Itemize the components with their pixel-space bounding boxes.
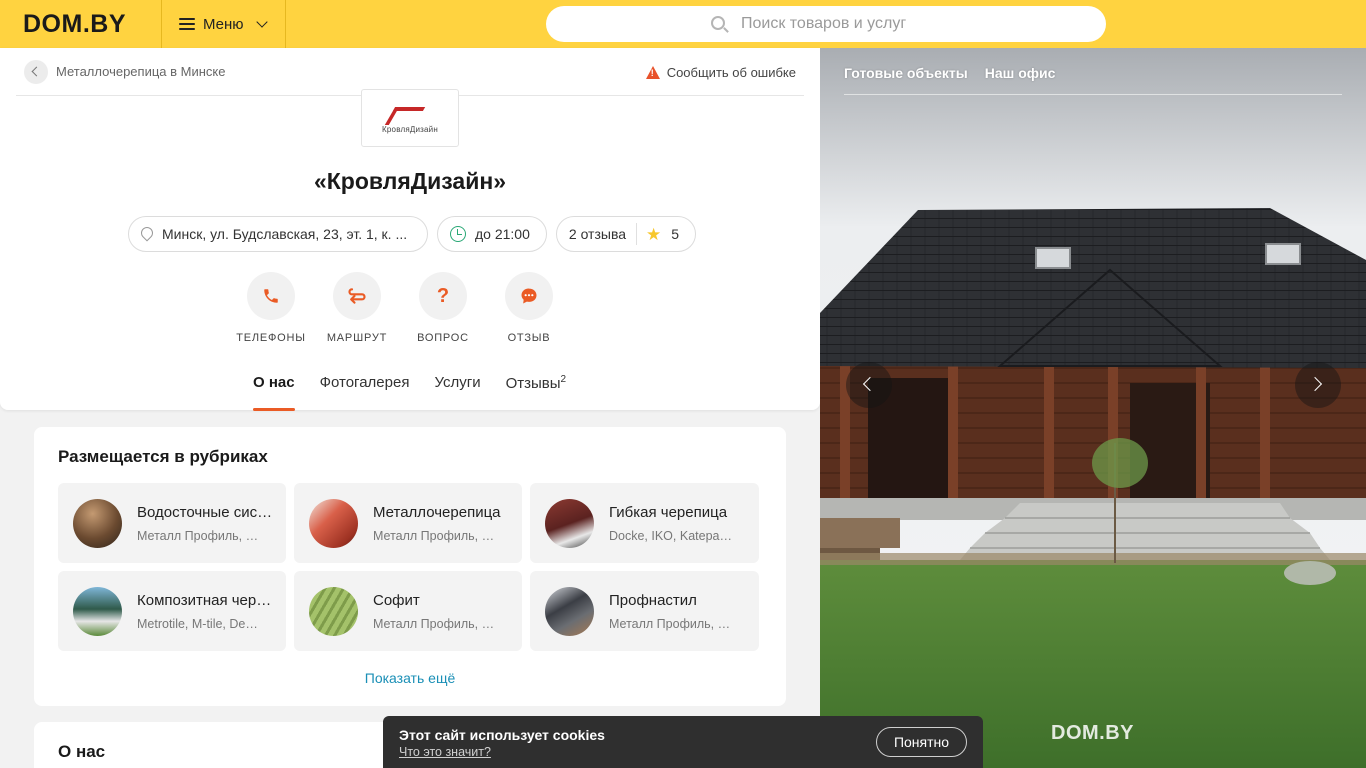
next-photo-button[interactable]: [1295, 362, 1341, 408]
cookie-banner: Этот сайт использует cookies Что это зна…: [383, 716, 983, 768]
star-icon: ★: [646, 224, 662, 244]
rubric-name: Металлочерепица: [373, 503, 501, 521]
search-input[interactable]: [741, 15, 941, 33]
review-button[interactable]: ОТЗЫВ: [486, 272, 572, 344]
site-logo[interactable]: DOM.BY: [0, 0, 162, 48]
site-header: DOM.BY Меню: [0, 0, 1366, 48]
tab-reviews-count: 2: [560, 374, 567, 385]
rubrics-card: Размещается в рубриках Водосточные систе…: [34, 427, 786, 706]
breadcrumb-link[interactable]: Металлочерепица в Минске: [56, 64, 225, 79]
company-tabs: О нас Фотогалерея Услуги Отзывы2: [253, 366, 591, 411]
photo-categories: Готовые объекты Наш офис: [844, 65, 1342, 95]
address-text: Минск, ул. Будславская, 23, эт. 1, к. ..…: [162, 226, 408, 242]
phone-icon: [247, 272, 295, 320]
tab-gallery[interactable]: Фотогалерея: [320, 366, 410, 411]
rubric-name: Гибкая черепица: [609, 503, 728, 521]
tab-reviews-label: Отзывы: [505, 375, 561, 392]
rubric-brands: Metrotile, M-tile, Decra: [137, 616, 261, 631]
rubric-item[interactable]: Композитная черепица Metrotile, M-tile, D…: [58, 571, 286, 651]
hamburger-icon: [179, 18, 195, 30]
review-label: ОТЗЫВ: [507, 332, 551, 344]
hours-pill[interactable]: до 21:00: [437, 216, 547, 252]
rubric-item[interactable]: Профнастил Металл Профиль, Ruukki: [530, 571, 759, 651]
about-title: О нас: [58, 742, 106, 761]
rubric-brands: Металл Профиль, Ruukki: [609, 616, 733, 631]
rubric-item[interactable]: Гибкая черепица Docke, IKO, Katepal, Shin…: [530, 483, 759, 563]
back-button[interactable]: [24, 59, 48, 84]
report-error-label: Сообщить об ошибке: [666, 65, 796, 80]
chevron-down-icon: [255, 16, 268, 28]
rubric-item[interactable]: Водосточные системы Металл Профиль, Galec…: [58, 483, 286, 563]
phones-button[interactable]: ТЕЛЕФОНЫ: [228, 272, 314, 344]
reviews-count: 2 отзыва: [568, 226, 627, 242]
menu-button[interactable]: Меню: [162, 0, 286, 48]
cookie-accept-button[interactable]: Понятно: [876, 727, 967, 757]
route-icon: [333, 272, 381, 320]
rubric-name: Композитная черепица: [137, 591, 277, 609]
cookie-title: Этот сайт использует cookies: [399, 727, 605, 743]
address-pill[interactable]: Минск, ул. Будславская, 23, эт. 1, к. ..…: [128, 216, 428, 252]
route-button[interactable]: МАРШРУТ: [314, 272, 400, 344]
rubric-name: Водосточные системы: [137, 503, 277, 521]
company-logo: КровляДизайн: [361, 89, 459, 147]
rubric-name: Профнастил: [609, 591, 697, 609]
tab-about[interactable]: О нас: [253, 366, 295, 411]
cookie-info-link[interactable]: Что это значит?: [399, 745, 491, 759]
rubric-item[interactable]: Металлочерепица Металл Профиль, Ruukki: [294, 483, 522, 563]
search-icon: [711, 15, 725, 30]
question-button[interactable]: ? ВОПРОС: [400, 272, 486, 344]
house-photo: [820, 48, 1366, 768]
company-info-pills: Минск, ул. Будславская, 23, эт. 1, к. ..…: [128, 216, 697, 252]
warning-icon: [645, 66, 660, 79]
menu-label: Меню: [203, 15, 244, 33]
tab-services[interactable]: Услуги: [434, 366, 480, 411]
company-logo-text: КровляДизайн: [382, 124, 438, 134]
rubric-thumbnail: [73, 586, 122, 636]
rubric-brands: Docke, IKO, Katepal, Shinglas: [609, 528, 733, 543]
tab-our-office[interactable]: Наш офис: [985, 65, 1056, 94]
search-bar[interactable]: [546, 6, 1106, 42]
rubric-thumbnail: [545, 586, 594, 636]
rubric-thumbnail: [545, 498, 594, 548]
rubrics-title: Размещается в рубриках: [58, 447, 268, 466]
report-error-link[interactable]: Сообщить об ошибке: [645, 65, 796, 80]
photo-gallery[interactable]: Готовые объекты Наш офис DOM.BY: [820, 48, 1366, 768]
rubric-thumbnail: [73, 498, 122, 548]
route-label: МАРШРУТ: [326, 332, 388, 344]
divider: [636, 223, 638, 245]
prev-photo-button[interactable]: [846, 362, 892, 408]
chat-icon: [505, 272, 553, 320]
hours-text: до 21:00: [475, 226, 530, 242]
rubric-thumbnail: [309, 498, 358, 548]
rubric-brands: Металл Профиль, Ruukki: [373, 528, 497, 543]
roof-logo-icon: [384, 103, 436, 123]
company-title: «КровляДизайн»: [313, 168, 507, 194]
tab-reviews[interactable]: Отзывы2: [506, 366, 567, 411]
question-label: ВОПРОС: [417, 332, 469, 344]
company-card: Металлочерепица в Минске Сообщить об оши…: [0, 48, 820, 411]
rubric-brands: Металл Профиль, Docke: [373, 616, 497, 631]
reviews-pill[interactable]: 2 отзыва ★ 5: [555, 216, 697, 252]
photo-watermark: DOM.BY: [1051, 722, 1134, 744]
phones-label: ТЕЛЕФОНЫ: [236, 332, 306, 344]
rubric-brands: Металл Профиль, Galeco: [137, 528, 261, 543]
rating-value: 5: [671, 226, 680, 242]
rubric-item[interactable]: Софит Металл Профиль, Docke: [294, 571, 522, 651]
show-more-link[interactable]: Показать ещё: [34, 670, 786, 686]
rubric-grid: Водосточные системы Металл Профиль, Galec…: [58, 483, 759, 651]
rubric-name: Софит: [373, 591, 420, 609]
location-pin-icon: [141, 227, 153, 242]
question-icon: ?: [419, 272, 467, 320]
tab-ready-objects[interactable]: Готовые объекты: [844, 65, 968, 94]
clock-icon: [450, 226, 466, 242]
rubric-thumbnail: [309, 586, 358, 636]
action-buttons: ТЕЛЕФОНЫ МАРШРУТ ? ВОПРОС ОТЗЫВ: [228, 272, 572, 344]
